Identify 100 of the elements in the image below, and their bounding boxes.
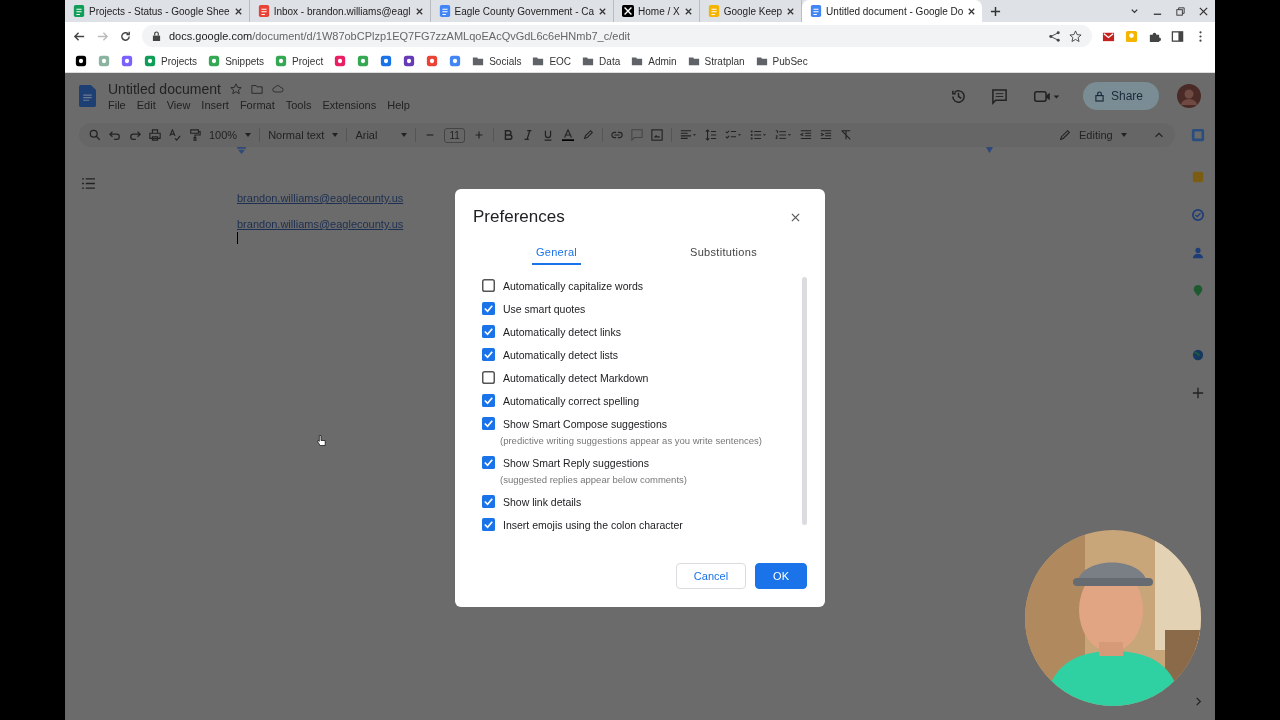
chevron-icon[interactable] — [1193, 697, 1203, 706]
redo-icon[interactable] — [129, 129, 141, 141]
person-icon[interactable] — [1192, 247, 1204, 259]
paint-format-icon[interactable] — [189, 129, 201, 141]
browser-tab[interactable]: Home / X — [614, 0, 700, 22]
email-link[interactable]: brandon.williams@eaglecounty.us — [237, 218, 404, 230]
cancel-button[interactable]: Cancel — [675, 563, 747, 589]
text-color-icon[interactable] — [561, 129, 574, 141]
dialog-tab[interactable]: Substitutions — [688, 244, 759, 265]
docs-logo-icon[interactable] — [79, 84, 96, 108]
browser-tab[interactable]: Inbox - brandon.williams@eagl — [249, 0, 431, 22]
document-title[interactable]: Untitled document — [108, 81, 221, 97]
editing-mode-dropdown[interactable]: Editing — [1059, 129, 1145, 141]
bookmark[interactable]: Project — [292, 55, 324, 67]
close-icon[interactable] — [786, 6, 796, 16]
folder-icon[interactable] — [472, 55, 485, 67]
menu-item[interactable]: Edit — [136, 99, 156, 111]
zoom-dropdown[interactable]: 100% — [209, 129, 252, 141]
folder-icon[interactable] — [250, 83, 263, 95]
close-icon[interactable] — [967, 6, 977, 16]
folder-icon[interactable] — [631, 55, 644, 67]
checkbox[interactable] — [482, 495, 495, 508]
checkbox[interactable] — [482, 325, 495, 338]
folder-icon[interactable] — [755, 55, 768, 67]
spellcheck-icon[interactable] — [169, 129, 181, 141]
ok-button[interactable]: OK — [755, 563, 807, 589]
close-icon[interactable] — [683, 6, 693, 16]
checkbox[interactable] — [482, 279, 495, 292]
close-icon[interactable] — [598, 6, 608, 16]
checkbox[interactable] — [482, 456, 495, 469]
search-icon[interactable] — [89, 129, 101, 141]
side-panel-icon[interactable] — [1171, 29, 1184, 43]
close-icon[interactable] — [791, 212, 800, 222]
increase-indent-icon[interactable] — [819, 129, 832, 141]
checklist-icon[interactable] — [724, 129, 742, 141]
bookmark[interactable]: Socials — [489, 55, 522, 67]
font-dropdown[interactable]: Arial — [355, 129, 408, 141]
avatar[interactable] — [1177, 84, 1201, 108]
bulleted-list-icon[interactable] — [749, 129, 767, 141]
comment-icon[interactable] — [630, 129, 643, 141]
share-icon[interactable] — [1048, 29, 1061, 43]
close-icon[interactable] — [414, 6, 424, 16]
bookmark[interactable]: EOC — [549, 55, 572, 67]
style-dropdown[interactable]: Normal text — [268, 129, 339, 141]
outline-icon[interactable] — [82, 178, 95, 189]
undo-icon[interactable] — [109, 129, 121, 141]
menu-item[interactable]: Insert — [201, 99, 229, 111]
numbered-list-icon[interactable] — [774, 129, 792, 141]
browser-tab[interactable]: Google Keep — [699, 0, 803, 22]
browser-tab[interactable]: Projects - Status - Google Shee — [65, 0, 250, 22]
line-spacing-icon[interactable] — [704, 129, 717, 141]
app-icon[interactable] — [75, 55, 87, 67]
bookmark[interactable]: Admin — [648, 55, 677, 67]
comment-icon[interactable] — [990, 87, 1008, 105]
dialog-tab[interactable]: General — [531, 244, 582, 265]
bookmark[interactable]: Snippets — [225, 55, 265, 67]
bookmark[interactable]: Data — [599, 55, 621, 67]
font-size-field[interactable]: 11 — [444, 127, 465, 143]
image-icon[interactable] — [650, 129, 663, 141]
link-icon[interactable] — [610, 129, 623, 141]
history-icon[interactable] — [949, 87, 967, 105]
menu-item[interactable]: View — [166, 99, 191, 111]
plus-icon[interactable] — [1192, 387, 1204, 399]
task-icon[interactable] — [1192, 209, 1204, 221]
checkbox[interactable] — [482, 371, 495, 384]
checkbox[interactable] — [482, 348, 495, 361]
print-icon[interactable] — [149, 129, 161, 141]
bookmark[interactable]: PubSec — [772, 55, 808, 67]
highlighter-icon[interactable] — [581, 129, 594, 141]
new-tab-icon[interactable] — [990, 5, 1002, 17]
folder-icon[interactable] — [532, 55, 545, 67]
decrease-indent-icon[interactable] — [799, 129, 812, 141]
close-icon[interactable] — [1198, 5, 1209, 17]
checkbox[interactable] — [482, 302, 495, 315]
browser-tab[interactable]: Eagle County Government - Ca — [430, 0, 615, 22]
menu-item[interactable]: Tools — [285, 99, 312, 111]
browser-tab[interactable]: Untitled document - Google Do — [802, 0, 983, 22]
clear-formatting-icon[interactable] — [839, 129, 852, 141]
bookmark[interactable]: Stratplan — [704, 55, 745, 67]
bookmark[interactable]: Projects — [161, 55, 198, 67]
menu-item[interactable]: Help — [387, 99, 410, 111]
folder-icon[interactable] — [582, 55, 595, 67]
note-icon[interactable] — [1125, 29, 1138, 43]
align-icon[interactable] — [679, 129, 697, 141]
restore-icon[interactable] — [1175, 5, 1186, 17]
reload-icon[interactable] — [119, 29, 132, 43]
close-icon[interactable] — [233, 6, 243, 16]
email-link[interactable]: brandon.williams@eaglecounty.us — [237, 192, 404, 204]
cloud-icon[interactable] — [271, 83, 284, 95]
star-icon[interactable] — [229, 83, 242, 95]
folder-icon[interactable] — [687, 55, 700, 67]
menu-item[interactable]: File — [108, 99, 126, 111]
star-icon[interactable] — [1069, 29, 1082, 43]
indent-marker-icon[interactable] — [237, 147, 246, 154]
checkbox[interactable] — [482, 518, 495, 531]
globe-icon[interactable] — [1192, 349, 1204, 361]
checkbox[interactable] — [482, 394, 495, 407]
checkbox[interactable] — [482, 417, 495, 430]
menu-item[interactable]: Extensions — [322, 99, 377, 111]
scrollbar[interactable] — [802, 277, 807, 525]
